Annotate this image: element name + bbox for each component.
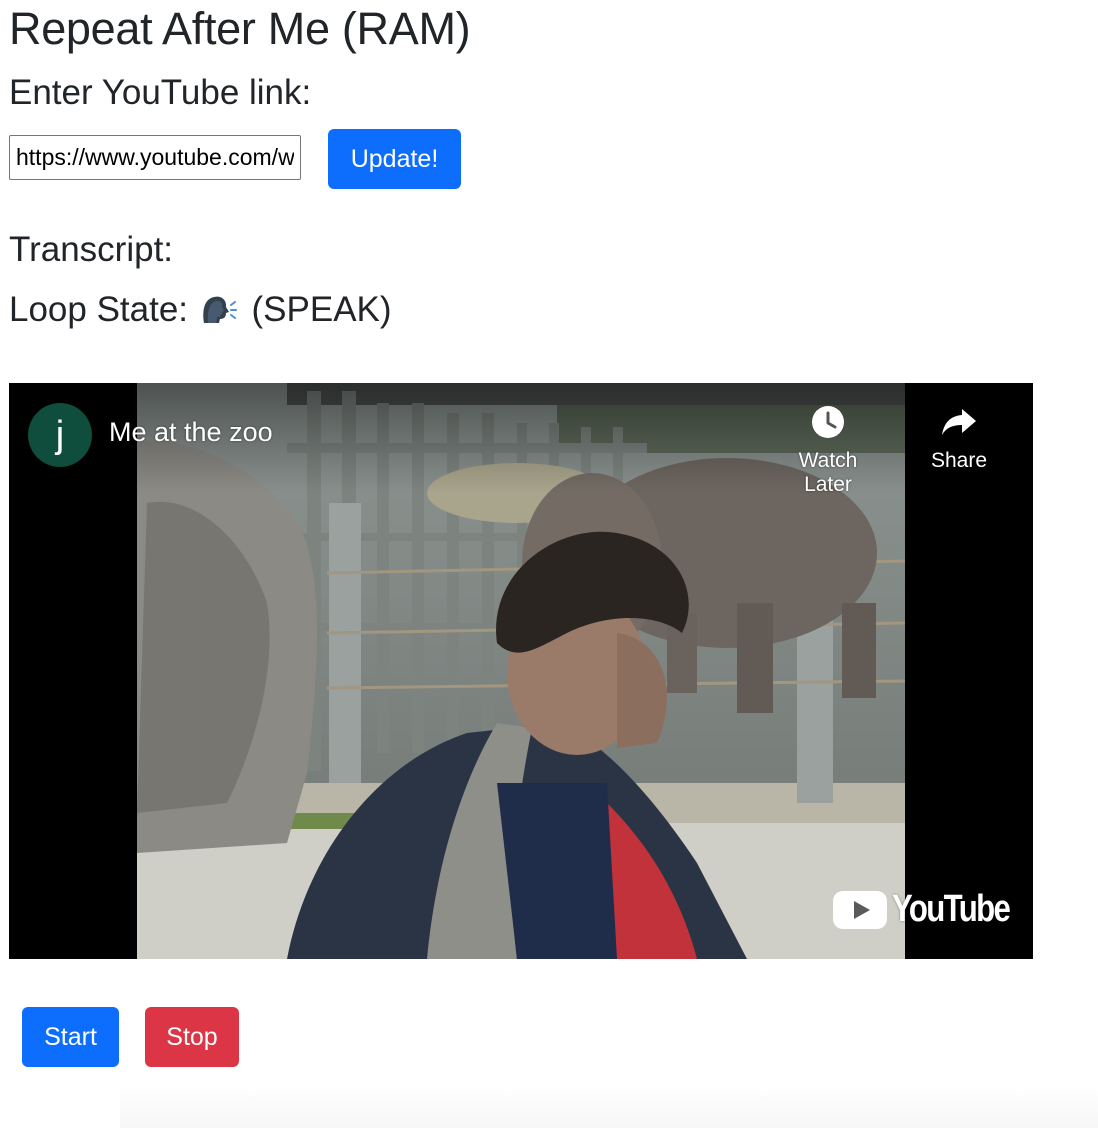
page-title: Repeat After Me (RAM) xyxy=(9,3,471,54)
youtube-video-player[interactable]: j Me at the zoo Watch Later Share YouTub… xyxy=(9,383,1033,959)
channel-avatar[interactable]: j xyxy=(28,403,92,467)
stop-button[interactable]: Stop xyxy=(145,1007,239,1067)
youtube-url-input[interactable] xyxy=(9,135,301,180)
speaking-head-icon xyxy=(203,296,237,323)
update-button[interactable]: Update! xyxy=(328,129,461,189)
start-button[interactable]: Start xyxy=(22,1007,119,1067)
youtube-wordmark: YouTube xyxy=(892,888,1011,930)
loop-state-value: (SPEAK) xyxy=(251,290,392,329)
youtube-link-label: Enter YouTube link: xyxy=(9,73,312,112)
clock-icon xyxy=(812,406,844,438)
share-label: Share xyxy=(930,449,988,472)
transcript-label: Transcript: xyxy=(9,230,174,269)
youtube-play-icon xyxy=(833,890,887,929)
channel-initial: j xyxy=(55,413,65,456)
youtube-logo[interactable]: YouTube xyxy=(832,888,1033,931)
watch-later-label: Watch Later xyxy=(798,449,858,496)
loop-state: Loop State: (SPEAK) xyxy=(9,289,392,331)
bottom-fade xyxy=(120,1085,1098,1128)
watch-later-button[interactable]: Watch Later xyxy=(773,403,883,497)
share-button[interactable]: Share xyxy=(904,403,1014,473)
video-title[interactable]: Me at the zoo xyxy=(109,417,273,448)
loop-state-label: Loop State: xyxy=(9,290,189,329)
share-icon xyxy=(942,409,976,435)
